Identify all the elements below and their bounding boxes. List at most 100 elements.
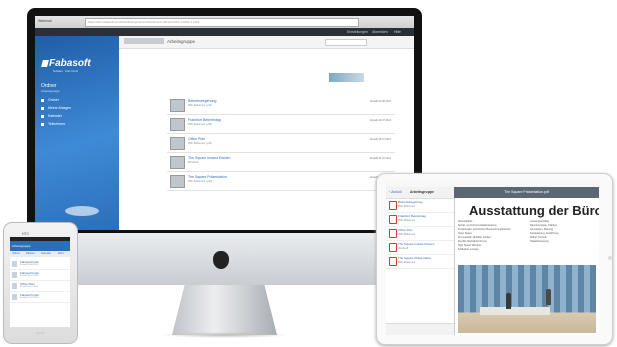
office-desk: [480, 307, 550, 315]
item-meta: Erstellt 29.07.2013: [20, 275, 39, 277]
document-name[interactable]: Betriebsbegehung: [188, 99, 216, 103]
stack-icon: [41, 107, 44, 110]
pdf-icon: [389, 243, 397, 252]
document-nav-bar: The Square Präsentation.pdf: [454, 187, 599, 198]
list-toolbar: [386, 323, 454, 335]
list-item[interactable]: Fabasoft Folio Erstellt 24.07.2013: [10, 292, 70, 303]
document-name[interactable]: Office Plan: [188, 137, 205, 141]
document-thumbnail-icon: [170, 99, 185, 112]
pdf-icon: [389, 215, 397, 224]
tab-mehr[interactable]: Mehr: [58, 251, 64, 257]
list-item[interactable]: Fabasoft Folio Erstellt 29.07.2013: [10, 270, 70, 281]
breadcrumb[interactable]: Arbeitsgruppe: [167, 39, 195, 44]
document-name[interactable]: Frankfurt Betriebstag: [188, 118, 221, 122]
toolbar-help[interactable]: Hilfe: [394, 30, 401, 34]
toolbar-settings[interactable]: Einstellungen: [347, 30, 368, 34]
list-title: Arbeitsgruppe: [410, 190, 434, 194]
document-type: PDF-Dokument (.pdf): [188, 104, 212, 107]
imac-shadow: [160, 332, 290, 338]
item-meta: Erstellt 26.07.2013: [20, 286, 39, 288]
document-type: PDF-Dokument (.pdf): [188, 180, 212, 183]
table-row[interactable]: The Square Präsentation PDF-Dokument (.p…: [167, 172, 395, 191]
document-name[interactable]: The Square Präsentation: [188, 175, 227, 179]
document-thumbnail-icon: [170, 175, 185, 188]
tablet-screen: ‹ Zurück Arbeitsgruppe The Square Präsen…: [386, 183, 599, 335]
item-meta: PDF-Dokument: [398, 205, 416, 208]
document-date: Erstellt 24.07.2013: [370, 157, 391, 160]
logo-subtitle: Software · Folio Cloud: [53, 70, 78, 73]
tab-ordner[interactable]: Ordner: [12, 251, 20, 257]
phone-tabbar: Ordner Dateien Kalender Mehr: [10, 251, 70, 257]
desktop-screen: Webmail https://dms.fabasoft.com/folio/f…: [35, 16, 414, 230]
sidebar-item-ablagen[interactable]: Meine Ablagen: [38, 105, 116, 112]
apple-logo-icon: [213, 251, 229, 269]
office-photo: [458, 265, 596, 333]
document-type: Microsoft: [188, 161, 199, 164]
sidebar-item-ordner[interactable]: Ordner: [38, 97, 116, 104]
calendar-icon: [41, 115, 44, 118]
phone-brand: HTC: [22, 232, 30, 236]
list-item[interactable]: Betriebsbegehung PDF-Dokument: [386, 198, 454, 213]
back-button[interactable]: ‹ Zurück: [389, 187, 402, 198]
browser-menu-label[interactable]: Webmail: [38, 19, 52, 23]
table-row[interactable]: The Square Instant Kitchen Microsoft Ers…: [167, 153, 395, 172]
document-thumbnail-icon: [170, 137, 185, 150]
item-name: Office Plan: [398, 228, 413, 232]
document-icon: [12, 283, 17, 289]
tab-kalender[interactable]: Kalender: [41, 251, 51, 257]
browser-bar: Webmail https://dms.fabasoft.com/folio/f…: [35, 16, 414, 28]
sidebar-item-label: Meine Ablagen: [48, 106, 72, 110]
list-item[interactable]: Office Plan Erstellt 26.07.2013: [10, 281, 70, 292]
document-title: The Square Präsentation.pdf: [504, 190, 549, 194]
document-name[interactable]: The Square Instant Kitchen: [188, 156, 230, 160]
bullet-list-left: Arbeitsplätze Sozial- und Kommunikations…: [458, 220, 526, 252]
table-row[interactable]: Office Plan PDF-Dokument (.pdf) Erstellt…: [167, 134, 395, 153]
sidebar-item-kalender[interactable]: Kalender: [38, 113, 116, 120]
item-meta: Erstellt 24.07.2013: [20, 297, 39, 299]
table-row[interactable]: Betriebsbegehung PDF-Dokument (.pdf) Ers…: [167, 96, 395, 115]
document-thumbnail-icon: [170, 156, 185, 169]
item-meta: PDF-Dokument: [398, 219, 416, 222]
workspace-subtitle: Arbeitsgruppe: [41, 89, 60, 93]
workspace-thumbnail: [329, 73, 364, 82]
people-icon: [41, 123, 44, 126]
sidebar-item-teilnehmer[interactable]: Teilnehmer: [38, 121, 116, 128]
list-item[interactable]: Frankfurt Betriebstag PDF-Dokument: [386, 212, 454, 227]
ipad-camera: [608, 256, 612, 260]
tab-dateien[interactable]: Dateien: [26, 251, 35, 257]
document-icon: [12, 294, 17, 300]
phone-nav-buttons[interactable]: ◁ ○ □: [20, 330, 60, 337]
bullet-list-right: Leistungsumfang Raumkonzepte, Flächen Ko…: [530, 220, 596, 244]
fabasoft-logo[interactable]: Fabasoft: [49, 58, 91, 69]
table-row[interactable]: Frankfurt Betriebstag PDF-Dokument (.pdf…: [167, 115, 395, 134]
pdf-icon: [389, 201, 397, 210]
item-name: The Square Präsentation: [398, 256, 432, 260]
cloud-icon: [65, 206, 99, 216]
item-name: The Square Instant Kitchen: [398, 242, 435, 246]
document-thumbnail-icon: [170, 118, 185, 131]
item-meta: PDF-Dokument: [398, 233, 416, 236]
breadcrumb-button[interactable]: [124, 38, 164, 44]
item-meta: Microsoft: [398, 247, 409, 250]
bullet-item: Objektbetreuung: [530, 240, 549, 243]
search-input[interactable]: [325, 39, 367, 46]
list-item[interactable]: The Square Instant Kitchen Microsoft: [386, 240, 454, 255]
item-name: Frankfurt Betriebstag: [398, 214, 427, 218]
document-icon: [12, 272, 17, 278]
imac-stand: [172, 285, 277, 335]
list-item[interactable]: The Square Präsentation PDF-Dokument: [386, 254, 454, 269]
document-date: Erstellt 26.07.2013: [370, 138, 391, 141]
phone-screen: Arbeitsgruppe Ordner Dateien Kalender Me…: [10, 237, 70, 327]
sidebar-item-label: Ordner: [48, 98, 59, 102]
folder-icon: [41, 99, 44, 102]
document-icon: [12, 261, 17, 267]
sidebar-item-label: Teilnehmer: [48, 122, 66, 126]
document-type: PDF-Dokument (.pdf): [188, 123, 212, 126]
list-item[interactable]: Fabasoft Folio Erstellt 02.08.2013: [10, 259, 70, 270]
item-name: Betriebsbegehung: [398, 200, 423, 204]
person-figure: [506, 293, 511, 309]
person-figure: [546, 289, 551, 305]
list-item[interactable]: Office Plan PDF-Dokument: [386, 226, 454, 241]
address-bar[interactable]: https://dms.fabasoft.com/folio/fscasp/co…: [85, 18, 359, 27]
toolbar-logout[interactable]: Abmelden: [372, 30, 388, 34]
